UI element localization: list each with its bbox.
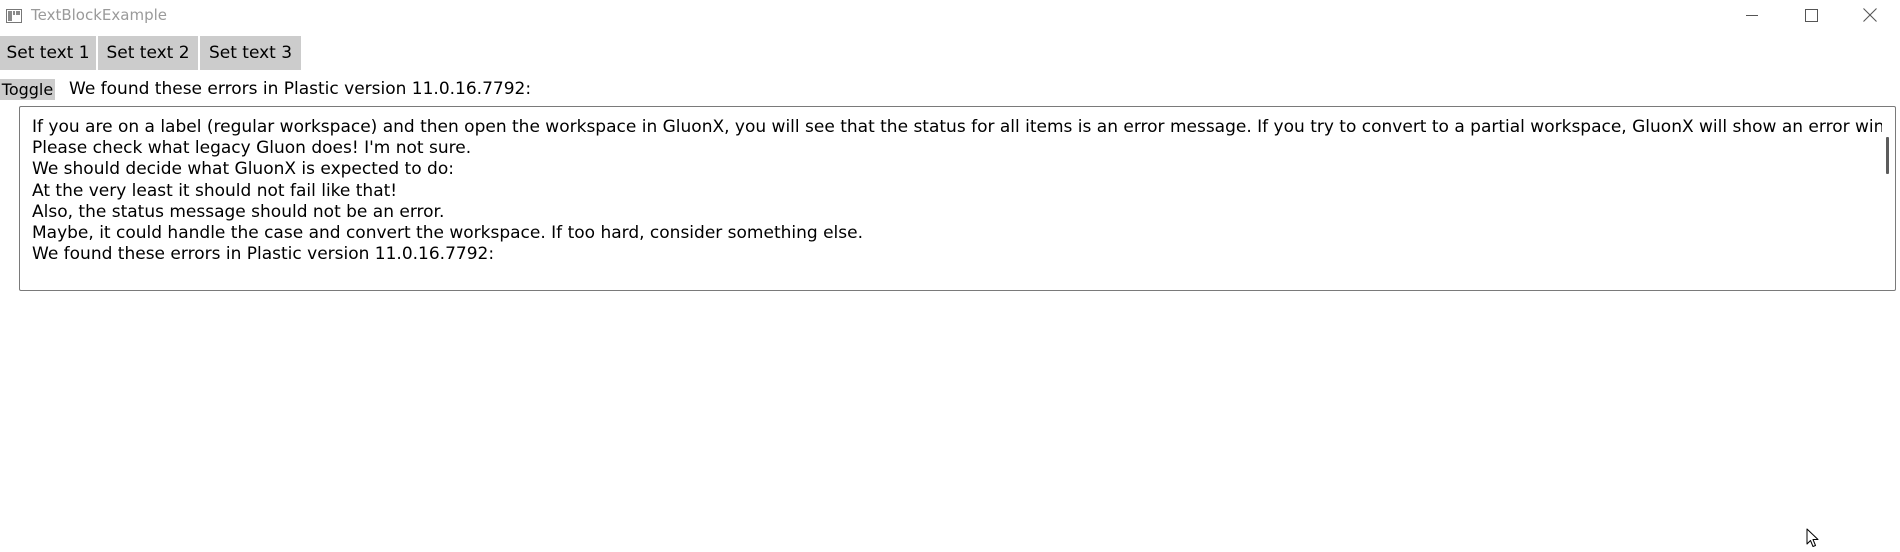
close-icon [1863,8,1877,22]
text-line: Maybe, it could handle the case and conv… [32,222,863,243]
minimize-button[interactable] [1723,0,1781,30]
close-button[interactable] [1841,0,1899,30]
mouse-pointer-icon [1806,528,1820,552]
set-text-2-button[interactable]: Set text 2 [98,36,198,70]
text-line: We found these errors in Plastic version… [32,244,495,265]
header-text-block: We found these errors in Plastic version… [69,79,532,99]
text-line: Please check what legacy Gluon does! I'm… [32,138,472,159]
text-line: We should decide what GluonX is expected… [32,159,454,180]
window-title: TextBlockExample [31,6,167,24]
title-bar[interactable]: TextBlockExample [0,0,1900,30]
window-app-icon [6,8,22,23]
maximize-button[interactable] [1782,0,1840,30]
maximize-icon [1804,8,1818,22]
set-text-3-button[interactable]: Set text 3 [200,36,301,70]
minimize-icon [1746,9,1758,21]
vertical-scrollbar-thumb[interactable] [1886,137,1889,174]
set-text-1-button[interactable]: Set text 1 [0,36,96,70]
text-line: Also, the status message should not be a… [32,201,445,222]
text-line: At the very least it should not fail lik… [32,180,398,201]
text-box-content: If you are on a label (regular workspace… [32,117,1882,265]
text-box[interactable]: If you are on a label (regular workspace… [19,106,1896,291]
toggle-button[interactable]: Toggle [0,79,55,100]
text-line: If you are on a label (regular workspace… [32,117,1882,137]
